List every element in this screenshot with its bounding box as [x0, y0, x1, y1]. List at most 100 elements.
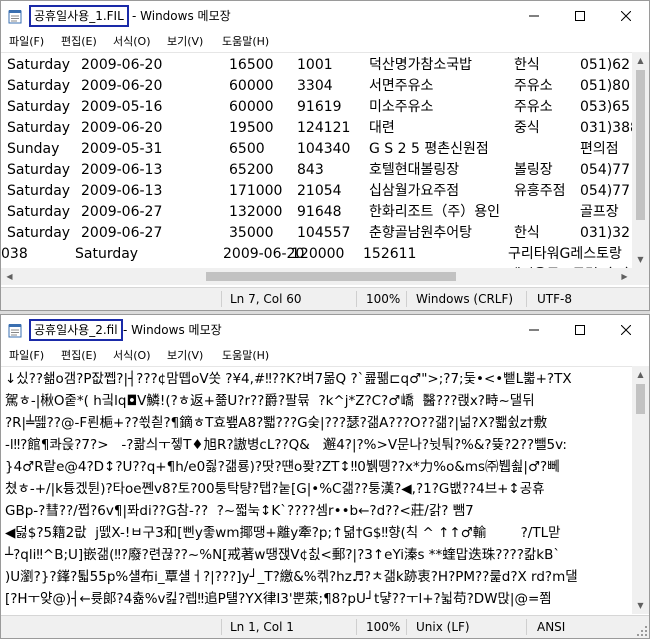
text-editor[interactable]: ↓싰??쇎o갬?P잢쩹?|┤???¢맘뗍oV쏫 ?¥4,#‼??K?벼7몲Q ?… — [1, 366, 633, 615]
text-line: ?R|╧뗊??@-F뢴梔+??쐯칃?¶鏑ㅎT효뵆A8?뾃???G숮|???瑟?갦… — [5, 415, 548, 431]
text-cell: 편의점 — [580, 141, 619, 157]
text-cell: Saturday — [7, 57, 71, 73]
close-icon — [621, 325, 631, 335]
line-ending: Unix (LF) — [416, 620, 470, 634]
maximize-button[interactable] — [557, 1, 603, 31]
text-cell: 서면주유소 — [369, 78, 434, 94]
text-cell: 054)77 — [580, 183, 630, 199]
text-cell: 구리타워G레스토랑 — [508, 246, 622, 262]
menu-view[interactable]: 보기(V) — [167, 347, 203, 364]
text-cell: 031)388-6226 — [580, 120, 633, 136]
text-line: 駕ㅎ-|楸O줕*( h긬lq◘V鱗!(?ㅎ返+쬶U?r??爵?팔뮦 ?k^j*Z… — [5, 393, 535, 409]
menu-bar: 파일(F) 편집(E) 서식(O) 보기(V) 도움말(H) — [1, 31, 649, 52]
text-cell: Saturday — [7, 225, 71, 241]
text-cell: 171000 — [229, 183, 283, 199]
status-bar: Ln 7, Col 60 100% Windows (CRLF) UTF-8 — [1, 287, 649, 310]
scroll-right-icon[interactable]: ▶ — [616, 268, 633, 285]
status-divider — [221, 291, 222, 307]
minimize-icon — [529, 15, 539, 17]
notepad-window-2: 공휴일사용_2.fil - Windows 메모장 파일(F) 편집(E) 서식… — [0, 314, 650, 639]
text-cell: 6500 — [229, 141, 265, 157]
text-line: -l‼?館¶콰읁?7?> -?콺싀ㅜ젷T♦旭R?謸병cL??Q& 邂4?|?%>… — [5, 437, 567, 453]
text-line: ┴?qli‼^B;U]嵌갦(‼?廢?련끊??~%N[戒著w땡잱V¢칤<郵?|?3… — [5, 547, 561, 563]
scroll-up-icon[interactable]: ▲ — [632, 366, 649, 383]
cursor-position: Ln 1, Col 1 — [230, 620, 294, 634]
text-cell: 60000 — [229, 99, 274, 115]
text-cell: 91619 — [297, 99, 342, 115]
vertical-scrollbar[interactable]: ▲ ▼ — [632, 366, 649, 614]
text-cell: Saturday — [7, 204, 71, 220]
text-cell: 2009-06-20 — [81, 57, 163, 73]
menu-help[interactable]: 도움말(H) — [222, 33, 269, 50]
status-divider — [526, 619, 527, 635]
text-cell: 2009-06-20 — [81, 78, 163, 94]
text-cell: Saturday — [7, 120, 71, 136]
maximize-icon — [575, 11, 585, 21]
text-cell: 843 — [297, 162, 324, 178]
horizontal-scrollbar[interactable]: ◀ ▶ — [1, 268, 633, 285]
app-name-title: - Windows 메모장 — [132, 9, 231, 23]
menu-edit[interactable]: 편집(E) — [61, 33, 97, 50]
resize-grip-icon[interactable] — [637, 626, 647, 636]
status-divider — [406, 291, 407, 307]
text-line: ↓싰??쇎o갬?P잢쩹?|┤???¢맘뗍oV쏫 ?¥4,#‼??K?벼7몲Q ?… — [5, 371, 572, 387]
text-cell: 91648 — [297, 204, 342, 220]
close-button[interactable] — [603, 1, 649, 31]
text-cell: Saturday — [75, 246, 139, 262]
text-cell: 덕산명가참소국밥 — [369, 57, 473, 73]
text-cell: 골프장 — [580, 204, 619, 220]
text-line: }4♂R랕e@4?D↕?U??q+¶h/e0즳?갦룡)?땃?떈o퐞?ZT↕‼0뷁… — [5, 459, 560, 475]
notepad-app-icon — [8, 10, 22, 24]
menu-file[interactable]: 파일(F) — [9, 347, 44, 364]
text-editor[interactable]: Saturday 2009-06-20 16500 1001 덕산명가참소국밥 한식 051… — [1, 52, 633, 269]
text-cell: 중식 — [514, 120, 540, 136]
minimize-button[interactable] — [511, 1, 557, 31]
scroll-up-icon[interactable]: ▲ — [632, 52, 649, 69]
status-divider — [406, 619, 407, 635]
status-divider — [356, 619, 357, 635]
horizontal-scroll-thumb[interactable] — [206, 272, 456, 281]
maximize-button[interactable] — [557, 315, 603, 345]
status-bar: Ln 1, Col 1 100% Unix (LF) ANSI — [1, 615, 649, 638]
text-cell: 16500 — [229, 57, 274, 73]
menu-format[interactable]: 서식(O) — [113, 33, 150, 50]
vertical-scroll-thumb[interactable] — [636, 384, 645, 414]
encoding: ANSI — [537, 620, 566, 634]
text-cell: 한식 — [514, 225, 540, 241]
minimize-button[interactable] — [511, 315, 557, 345]
text-line: ◀덣$?5籍2랎 j뗈X-!ㅂ구3和[삔y좋wm揶땡+離y牽?p;↑뎖†G$‼향… — [5, 525, 561, 541]
text-cell: 60000 — [229, 78, 274, 94]
zoom-level: 100% — [366, 292, 401, 306]
scroll-left-icon[interactable]: ◀ — [1, 268, 18, 285]
zoom-level: 100% — [366, 620, 401, 634]
text-cell: 124121 — [297, 120, 351, 136]
title-bar[interactable]: 공휴일사용_1.FIL - Windows 메모장 — [1, 1, 649, 31]
menu-format[interactable]: 서식(O) — [113, 347, 150, 364]
text-cell: 주유소 — [514, 99, 553, 115]
text-cell: 051)80 — [580, 78, 630, 94]
menu-help[interactable]: 도움말(H) — [222, 347, 269, 364]
text-cell: Saturday — [7, 162, 71, 178]
text-cell: 21054 — [297, 183, 342, 199]
text-cell: 한식 — [514, 57, 540, 73]
text-cell: 104340 — [297, 141, 351, 157]
menu-edit[interactable]: 편집(E) — [61, 347, 97, 364]
title-bar[interactable]: 공휴일사용_2.fil - Windows 메모장 — [1, 315, 649, 345]
text-cell: 주유소 — [514, 78, 553, 94]
text-cell: 19500 — [229, 120, 274, 136]
menu-view[interactable]: 보기(V) — [167, 33, 203, 50]
text-cell: 미소주유소 — [369, 99, 434, 115]
text-cell: Saturday — [7, 99, 71, 115]
text-cell: 3304 — [297, 78, 333, 94]
scroll-down-icon[interactable]: ▼ — [632, 251, 649, 268]
text-cell: 2009-06-13 — [81, 162, 163, 178]
menu-file[interactable]: 파일(F) — [9, 33, 44, 50]
line-ending: Windows (CRLF) — [416, 292, 514, 306]
text-cell: 2009-05-31 — [81, 141, 163, 157]
status-divider — [221, 619, 222, 635]
vertical-scroll-thumb[interactable] — [636, 70, 645, 220]
text-cell: 031)32 — [580, 225, 630, 241]
close-button[interactable] — [603, 315, 649, 345]
scroll-down-icon[interactable]: ▼ — [632, 597, 649, 614]
vertical-scrollbar[interactable]: ▲ ▼ — [632, 52, 649, 268]
